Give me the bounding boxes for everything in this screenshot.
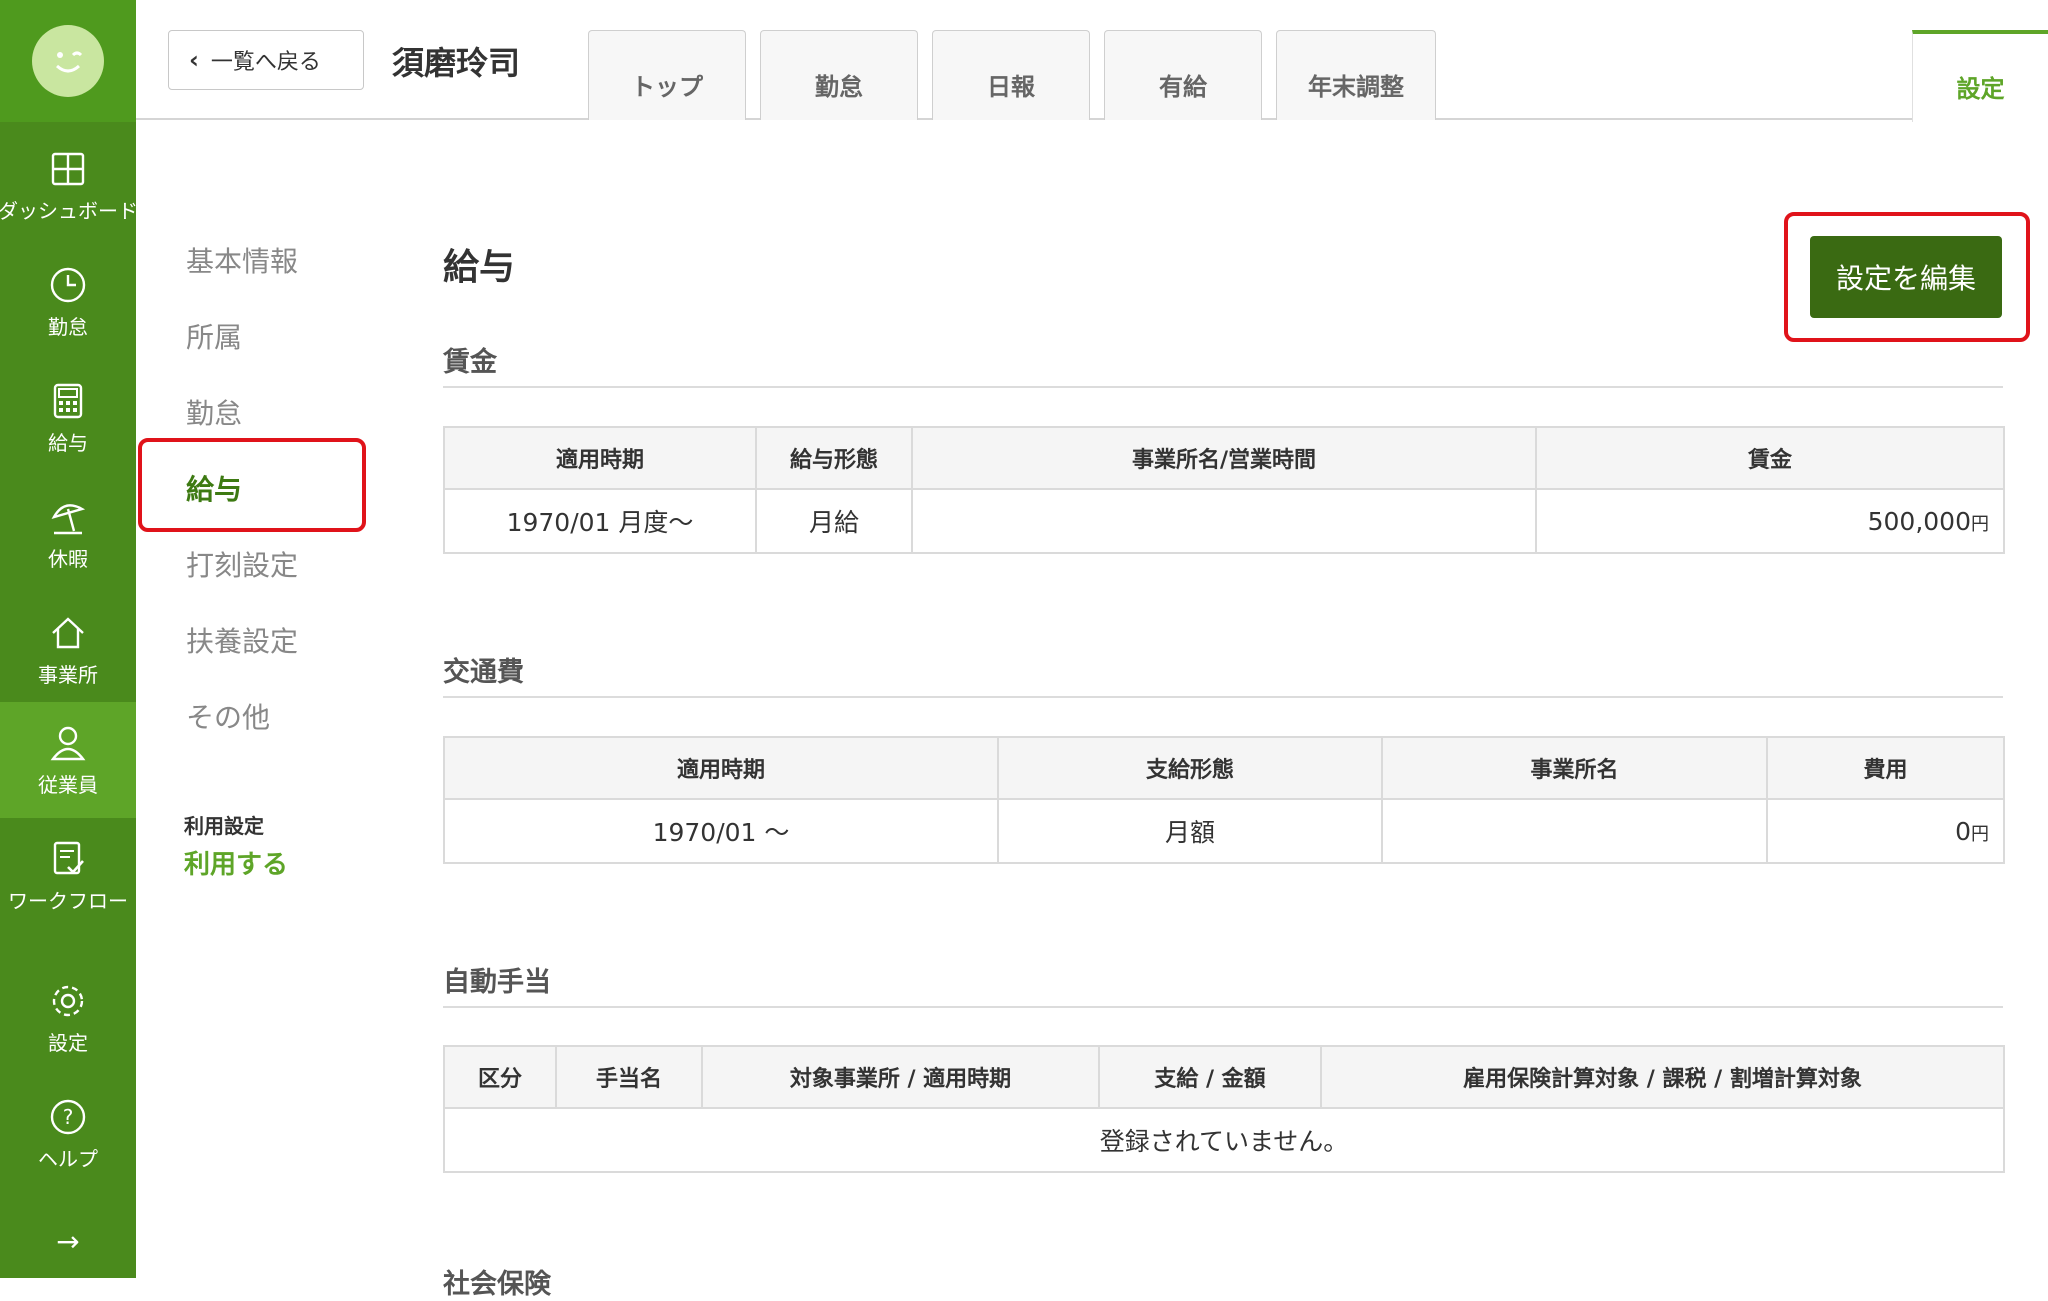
office-cell [911,488,1537,554]
nav-label: 給与 [48,430,88,455]
sidebar-expand-arrow-icon[interactable]: → [0,1225,136,1258]
calculator-icon [53,383,83,418]
section-divider [443,1006,2003,1008]
transport-table: 適用時期 支給形態 事業所名 費用 1970/01 〜 月額 0円 [443,736,2005,864]
column-header: 区分 [443,1045,557,1109]
allowance-table: 区分 手当名 対象事業所 / 適用時期 支給 / 金額 雇用保険計算対象 / 課… [443,1045,2005,1173]
amount-cell: 0円 [1766,798,2005,864]
table-row: 登録されていません。 [443,1107,2005,1173]
person-icon [50,726,86,760]
nav-help[interactable]: ? ヘルプ [0,1076,136,1192]
help-icon: ? [50,1099,86,1134]
edit-button-highlight-box [1784,212,2030,342]
currency-unit: 円 [1971,823,1989,845]
usage-setting-value: 利用する [184,850,289,880]
column-header: 適用時期 [443,736,999,800]
column-header: 手当名 [555,1045,703,1109]
column-header: 対象事業所 / 適用時期 [701,1045,1100,1109]
nav-attendance[interactable]: 勤怠 [0,244,136,360]
tab-settings[interactable]: 設定 [1912,30,2048,122]
svg-text:?: ? [63,1105,74,1129]
column-header: 給与形態 [755,426,913,490]
tab-paid-leave[interactable]: 有給 [1104,30,1262,120]
dashboard-icon [51,152,85,185]
employee-name: 須磨玲司 [392,44,521,82]
period-cell: 1970/01 月度〜 [443,488,757,554]
nav-employees[interactable]: 従業員 [0,702,136,818]
section-divider [443,386,2003,388]
column-header: 適用時期 [443,426,757,490]
tab-top[interactable]: トップ [588,30,746,120]
page-title: 給与 [443,247,516,288]
section-title-wage: 賃金 [443,347,497,378]
amount-value: 0 [1955,816,1971,846]
header: ‹ 一覧へ戻る 須磨玲司 トップ 勤怠 日報 有給 年末調整 設定 [136,0,2048,122]
column-header: 事業所名/営業時間 [911,426,1537,490]
sidebar: ダッシュボード 勤怠 給与 休暇 事業所 従業員 ワークフロー 設定 ? ヘルプ… [0,0,138,1278]
home-icon [52,616,84,648]
tab-attendance[interactable]: 勤怠 [760,30,918,120]
subnav-highlight-box [138,438,366,532]
amount-value: 500,000 [1867,506,1971,536]
amount-cell: 500,000円 [1535,488,2005,554]
parasol-icon [51,503,86,534]
subnav-other[interactable]: その他 [186,696,270,736]
back-to-list-button[interactable]: ‹ 一覧へ戻る [168,30,364,90]
nav-office[interactable]: 事業所 [0,592,136,708]
subnav-attendance[interactable]: 勤怠 [186,392,242,432]
column-header: 事業所名 [1381,736,1768,800]
workflow-icon [53,841,84,874]
section-title-transport: 交通費 [443,657,524,688]
nav-settings[interactable]: 設定 [0,960,136,1076]
nav-label: 休暇 [48,546,88,571]
nav-workflow[interactable]: ワークフロー [0,818,136,934]
tab-daily-report[interactable]: 日報 [932,30,1090,120]
column-header: 支給形態 [997,736,1383,800]
nav-leave[interactable]: 休暇 [0,476,136,592]
nav-payroll[interactable]: 給与 [0,360,136,476]
pay-type-cell: 月給 [755,488,913,554]
empty-message: 登録されていません。 [443,1107,2005,1173]
gear-icon [52,985,84,1016]
section-divider [443,696,2003,698]
nav-dashboard[interactable]: ダッシュボード [0,128,138,244]
table-row: 1970/01 月度〜 月給 500,000円 [443,488,2005,554]
wage-table: 適用時期 給与形態 事業所名/営業時間 賃金 1970/01 月度〜 月給 50… [443,426,2005,554]
subnav-punch-settings[interactable]: 打刻設定 [186,544,298,584]
subnav-basic-info[interactable]: 基本情報 [186,240,298,280]
nav-label: 事業所 [38,662,98,687]
usage-setting-label: 利用設定 [184,814,264,838]
app-logo[interactable] [0,0,136,122]
nav-label: 設定 [48,1030,88,1055]
section-title-allowance: 自動手当 [443,967,551,998]
nav-label: 勤怠 [48,314,88,339]
nav-label: ワークフロー [8,888,128,913]
currency-unit: 円 [1971,513,1989,535]
column-header: 費用 [1766,736,2005,800]
subnav-dependents[interactable]: 扶養設定 [186,620,298,660]
section-title-social-insurance: 社会保険 [443,1269,551,1300]
subnav-affiliation[interactable]: 所属 [186,316,242,356]
nav-label: 従業員 [38,772,98,797]
table-row: 1970/01 〜 月額 0円 [443,798,2005,864]
smile-logo-icon [32,25,104,97]
nav-label: ダッシュボード [0,198,138,223]
column-header: 賃金 [1535,426,2005,490]
period-cell: 1970/01 〜 [443,798,999,864]
column-header: 雇用保険計算対象 / 課税 / 割増計算対象 [1320,1045,2005,1109]
nav-label: ヘルプ [38,1146,98,1171]
office-cell [1381,798,1768,864]
back-button-label: 一覧へ戻る [210,50,321,75]
pay-type-cell: 月額 [997,798,1383,864]
column-header: 支給 / 金額 [1098,1045,1322,1109]
chevron-left-icon: ‹ [189,46,199,74]
clock-icon [50,267,86,302]
tab-year-end[interactable]: 年末調整 [1276,30,1436,120]
